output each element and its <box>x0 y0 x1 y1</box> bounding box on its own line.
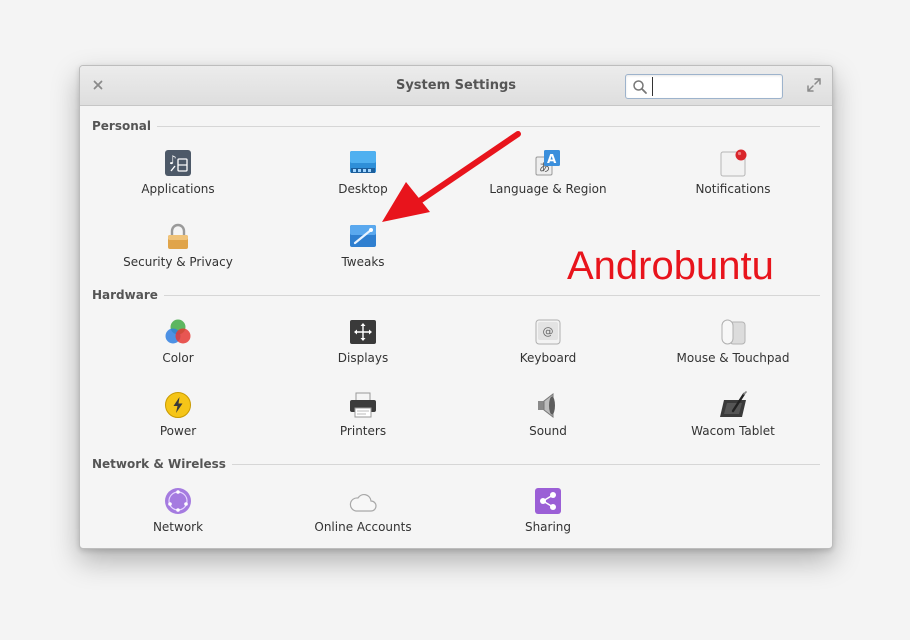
item-displays[interactable]: Displays <box>278 318 448 374</box>
item-tweaks[interactable]: Tweaks <box>278 222 448 278</box>
displays-icon <box>349 318 377 346</box>
item-keyboard[interactable]: @ Keyboard <box>463 318 633 374</box>
network-icon <box>164 487 192 515</box>
section-title: Personal <box>92 117 157 135</box>
color-icon <box>164 318 192 346</box>
item-security-privacy[interactable]: Security & Privacy <box>93 222 263 278</box>
item-printers[interactable]: Printers <box>278 391 448 447</box>
svg-text:A: A <box>547 152 557 166</box>
item-sound[interactable]: Sound <box>463 391 633 447</box>
item-power[interactable]: Power <box>93 391 263 447</box>
titlebar: System Settings <box>80 66 832 106</box>
close-icon <box>93 80 103 90</box>
item-label: Keyboard <box>519 351 577 365</box>
item-label: Displays <box>337 351 389 365</box>
mouse-icon <box>719 318 747 346</box>
language-icon: あ A <box>534 149 562 177</box>
item-label: Network <box>152 520 204 534</box>
watermark-text: Androbuntu <box>567 244 774 288</box>
item-label: Printers <box>339 424 387 438</box>
search-input[interactable] <box>652 77 781 96</box>
search-box[interactable] <box>625 74 783 99</box>
notifications-icon <box>719 149 747 177</box>
tablet-icon <box>719 391 747 419</box>
keyboard-icon: @ <box>534 318 562 346</box>
item-label: Online Accounts <box>314 520 412 534</box>
applications-icon: ♪ <box>164 149 192 177</box>
item-wacom-tablet[interactable]: Wacom Tablet <box>648 391 818 447</box>
item-label: Security & Privacy <box>123 255 233 269</box>
item-network[interactable]: Network <box>93 487 263 543</box>
item-label: Sound <box>529 424 567 438</box>
svg-text:♪: ♪ <box>169 153 177 167</box>
item-notifications[interactable]: Notifications <box>648 149 818 205</box>
power-icon <box>164 391 192 419</box>
maximize-button[interactable] <box>806 77 822 93</box>
item-label: Applications <box>141 182 215 196</box>
cloud-icon <box>349 487 377 515</box>
speaker-icon <box>534 391 562 419</box>
item-sharing[interactable]: Sharing <box>463 487 633 543</box>
item-applications[interactable]: ♪ Applications <box>93 149 263 205</box>
item-label: Sharing <box>524 520 572 534</box>
item-label: Mouse & Touchpad <box>676 351 790 365</box>
printer-icon <box>349 391 377 419</box>
item-label: Notifications <box>695 182 771 196</box>
close-button[interactable] <box>89 76 107 94</box>
item-online-accounts[interactable]: Online Accounts <box>278 487 448 543</box>
item-label: Color <box>162 351 194 365</box>
section-network-wireless: Network & Wireless <box>92 455 820 473</box>
section-divider <box>92 295 820 296</box>
item-label: Tweaks <box>341 255 385 269</box>
svg-text:@: @ <box>543 325 554 338</box>
search-icon <box>633 80 647 94</box>
item-label: Wacom Tablet <box>691 424 775 438</box>
section-divider <box>92 126 820 127</box>
share-icon <box>534 487 562 515</box>
red-arrow-annotation <box>382 131 521 222</box>
item-mouse-touchpad[interactable]: Mouse & Touchpad <box>648 318 818 374</box>
item-color[interactable]: Color <box>93 318 263 374</box>
item-label: Power <box>159 424 197 438</box>
lock-icon <box>164 222 192 250</box>
maximize-icon <box>807 78 821 92</box>
section-title: Network & Wireless <box>92 455 232 473</box>
section-title: Hardware <box>92 286 164 304</box>
